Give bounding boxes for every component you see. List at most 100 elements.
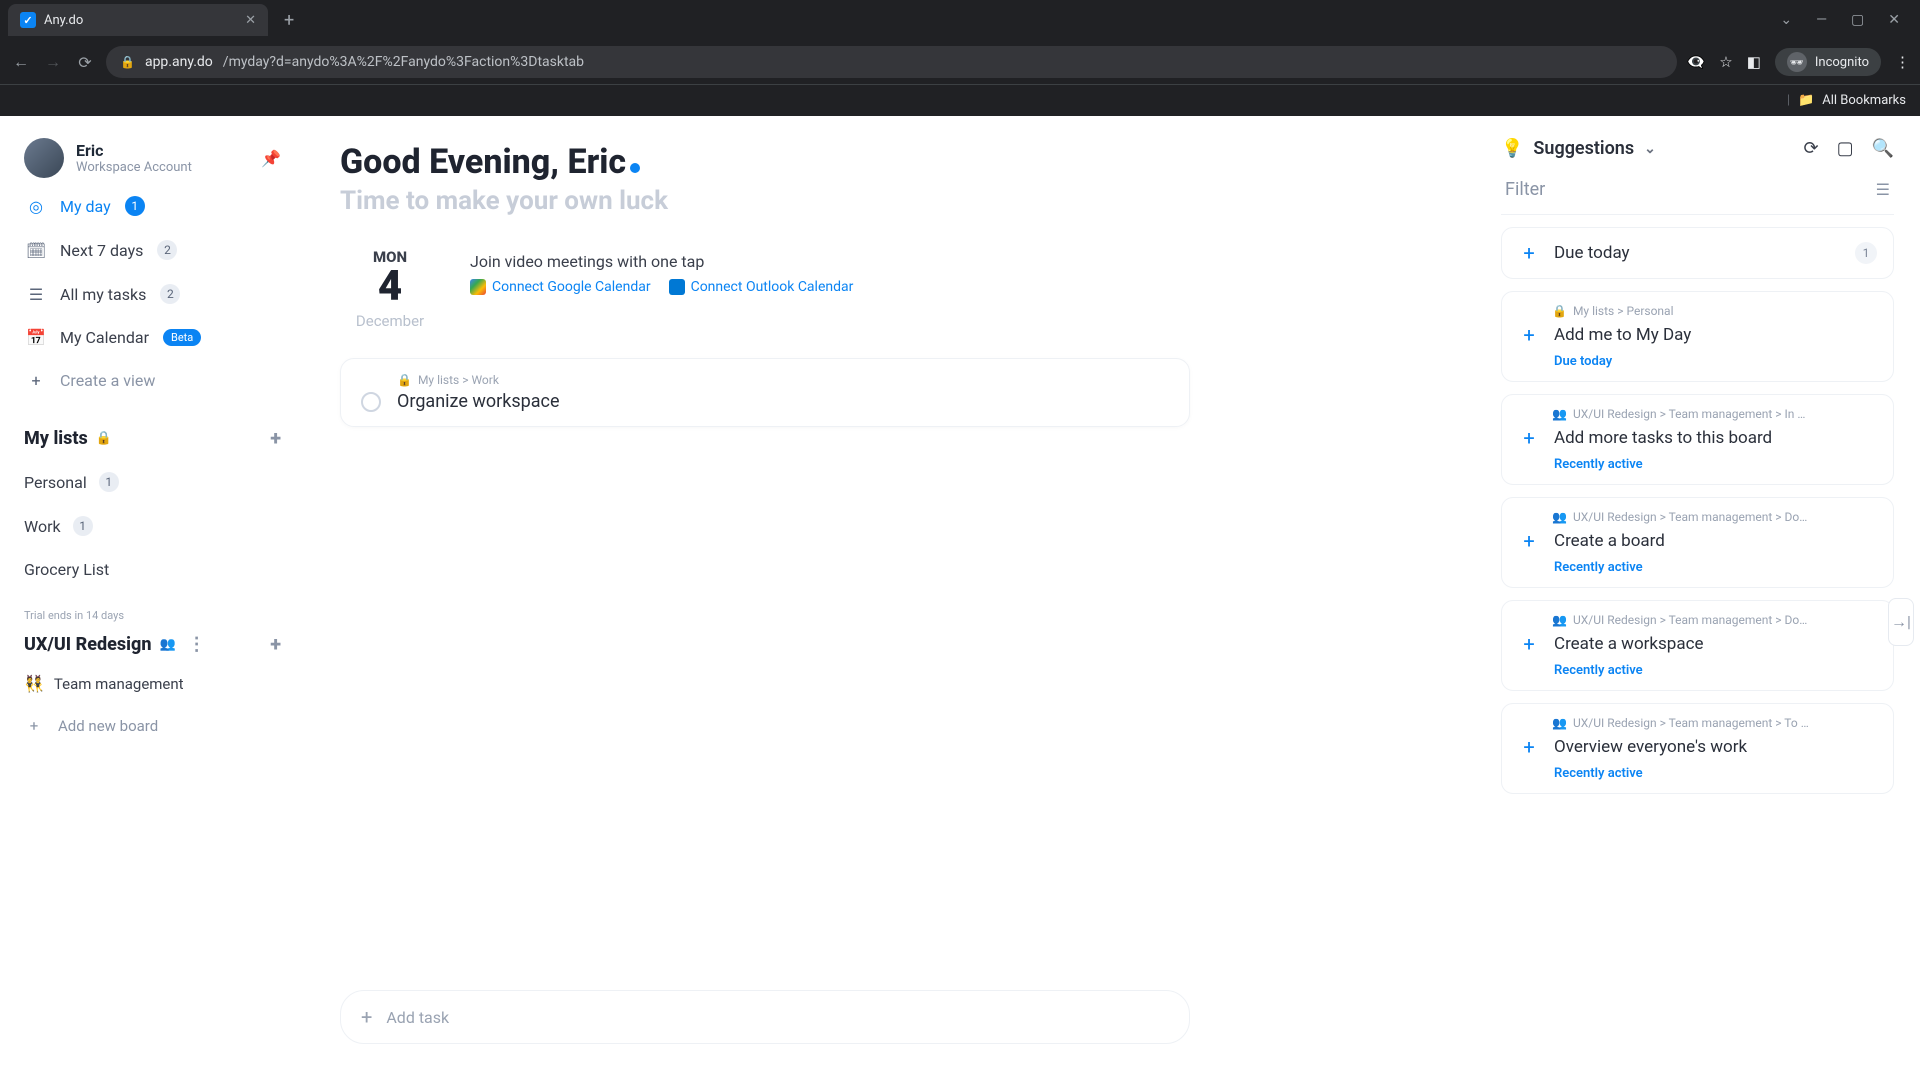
plus-icon[interactable]: +: [1518, 242, 1540, 264]
nav-label: Next 7 days: [60, 241, 143, 260]
connect-links: Connect Google Calendar Connect Outlook …: [470, 279, 853, 295]
suggestion-item[interactable]: 👥UX/UI Redesign > Team management > Do… …: [1501, 600, 1894, 691]
search-icon[interactable]: 🔍: [1872, 138, 1894, 159]
connect-outlook-link[interactable]: Connect Outlook Calendar: [669, 279, 854, 295]
suggestion-item[interactable]: 👥UX/UI Redesign > Team management > Do… …: [1501, 497, 1894, 588]
filter-icon[interactable]: ☰: [1876, 180, 1890, 199]
new-tab-button[interactable]: +: [276, 6, 302, 35]
url-path: /myday?d=anydo%3A%2F%2Fanydo%3Faction%3D…: [223, 54, 584, 70]
bookmark-star-icon[interactable]: ☆: [1719, 53, 1732, 71]
lock-icon: 🔒: [397, 373, 412, 387]
create-view-label: Create a view: [60, 371, 155, 390]
incognito-label: Incognito: [1815, 55, 1869, 70]
nav-my-day[interactable]: ◎ My day 1: [18, 186, 287, 226]
list-count: 1: [73, 516, 93, 536]
suggestion-item[interactable]: 👥UX/UI Redesign > Team management > In ……: [1501, 394, 1894, 485]
suggestion-breadcrumb: 👥UX/UI Redesign > Team management > To …: [1552, 716, 1877, 730]
create-view-button[interactable]: + Create a view: [18, 361, 287, 400]
nav-count: 2: [157, 240, 177, 260]
all-bookmarks-button[interactable]: All Bookmarks: [1822, 93, 1906, 108]
list-label: Grocery List: [24, 560, 109, 579]
task-checkbox[interactable]: [361, 392, 381, 412]
maximize-icon[interactable]: ▢: [1851, 12, 1864, 28]
suggestion-meta: Recently active: [1554, 663, 1877, 678]
workspace-title: UX/UI Redesign: [24, 634, 151, 655]
list-count: 1: [99, 472, 119, 492]
close-tab-icon[interactable]: ✕: [245, 13, 256, 28]
my-lists-header: My lists 🔒 +: [18, 404, 287, 458]
add-board-plus[interactable]: +: [270, 632, 281, 656]
app: Eric Workspace Account 📌 ◎ My day 1 🗓 Ne…: [0, 116, 1920, 1080]
workspace-more-icon[interactable]: ⋮: [184, 634, 210, 655]
task-card[interactable]: 🔒 My lists > Work Organize workspace: [340, 358, 1190, 427]
connect-google-label: Connect Google Calendar: [492, 279, 651, 295]
filter-row[interactable]: Filter ☰: [1501, 171, 1894, 215]
nav-next-7-days[interactable]: 🗓 Next 7 days 2: [18, 230, 287, 270]
suggestion-item[interactable]: 🔒My lists > Personal +Add me to My Day D…: [1501, 291, 1894, 382]
suggestion-title: Add me to My Day: [1554, 325, 1691, 345]
collapse-panel-button[interactable]: →|: [1888, 598, 1914, 646]
plus-icon[interactable]: +: [1518, 633, 1540, 655]
forward-button[interactable]: →: [42, 52, 64, 72]
square-icon[interactable]: ▢: [1837, 138, 1854, 159]
suggestion-meta: Recently active: [1554, 766, 1877, 781]
suggestion-meta: Recently active: [1554, 457, 1877, 472]
close-window-icon[interactable]: ✕: [1888, 12, 1900, 28]
date-num: 4: [340, 266, 440, 308]
add-task-input[interactable]: + Add task: [340, 990, 1190, 1044]
date-month: December: [340, 312, 440, 330]
back-button[interactable]: ←: [10, 52, 32, 72]
sidepanel-icon[interactable]: ◧: [1747, 53, 1761, 71]
plus-icon[interactable]: +: [1518, 427, 1540, 449]
browser-tab[interactable]: ✓ Any.do ✕: [8, 4, 268, 36]
connect-google-link[interactable]: Connect Google Calendar: [470, 279, 651, 295]
connect-outlook-label: Connect Outlook Calendar: [691, 279, 854, 295]
subgreeting: Time to make your own luck: [340, 186, 1450, 216]
plus-icon[interactable]: +: [1518, 530, 1540, 552]
reload-button[interactable]: ⟳: [74, 53, 96, 72]
people-icon: 👥: [1552, 407, 1567, 421]
user-subtitle: Workspace Account: [76, 160, 192, 175]
nav-all-tasks[interactable]: ☰ All my tasks 2: [18, 274, 287, 314]
address-bar: ← → ⟳ 🔒 app.any.do/myday?d=anydo%3A%2F%2…: [0, 40, 1920, 84]
calendar-icon: 📅: [26, 328, 46, 347]
eye-off-icon[interactable]: 👁‍🗨: [1687, 53, 1706, 71]
nav-my-calendar[interactable]: 📅 My Calendar Beta: [18, 318, 287, 357]
plus-icon[interactable]: +: [1518, 324, 1540, 346]
date-row: MON 4 December Join video meetings with …: [340, 248, 1450, 330]
workspace-header[interactable]: UX/UI Redesign 👥 ⋮ +: [18, 628, 287, 660]
minimize-icon[interactable]: —: [1816, 12, 1827, 28]
refresh-icon[interactable]: ⟳: [1803, 138, 1818, 159]
add-new-board-button[interactable]: + Add new board: [18, 707, 287, 745]
list-grocery[interactable]: Grocery List: [18, 550, 287, 589]
due-today-group[interactable]: + Due today 1: [1501, 227, 1894, 279]
add-list-button[interactable]: +: [270, 426, 281, 450]
dot-icon: [630, 163, 640, 173]
right-panel-top: 💡 Suggestions ⌄ ⟳ ▢ 🔍: [1501, 138, 1894, 159]
board-emoji-icon: 👯: [24, 674, 44, 693]
lock-icon: 🔒: [120, 55, 135, 69]
list-personal[interactable]: Personal 1: [18, 462, 287, 502]
add-task-placeholder: Add task: [386, 1008, 449, 1027]
plus-icon[interactable]: +: [1518, 736, 1540, 758]
right-panel: 💡 Suggestions ⌄ ⟳ ▢ 🔍 Filter ☰ + Due tod…: [1490, 116, 1920, 1080]
incognito-pill[interactable]: 🕶 Incognito: [1775, 48, 1881, 76]
profile[interactable]: Eric Workspace Account 📌: [18, 134, 287, 182]
task-breadcrumb: 🔒 My lists > Work: [397, 373, 1169, 387]
board-team-management[interactable]: 👯 Team management: [18, 664, 287, 703]
suggestions-dropdown[interactable]: 💡 Suggestions ⌄: [1501, 138, 1656, 159]
list-work[interactable]: Work 1: [18, 506, 287, 546]
right-panel-icons: ⟳ ▢ 🔍: [1803, 138, 1894, 159]
connect-title: Join video meetings with one tap: [470, 252, 853, 271]
greeting: Good Evening, Eric: [340, 142, 1450, 182]
main: Good Evening, Eric Time to make your own…: [300, 116, 1490, 1080]
chevron-down-icon[interactable]: ⌄: [1780, 12, 1792, 28]
nav-label: All my tasks: [60, 285, 146, 304]
address-field[interactable]: 🔒 app.any.do/myday?d=anydo%3A%2F%2Fanydo…: [106, 46, 1677, 78]
kebab-menu-icon[interactable]: ⋮: [1895, 53, 1910, 71]
suggestion-item[interactable]: 👥UX/UI Redesign > Team management > To ……: [1501, 703, 1894, 794]
suggestion-breadcrumb: 🔒My lists > Personal: [1552, 304, 1877, 318]
beta-badge: Beta: [163, 329, 201, 346]
bookmarks-divider: |: [1787, 93, 1790, 108]
pin-icon[interactable]: 📌: [261, 149, 281, 168]
